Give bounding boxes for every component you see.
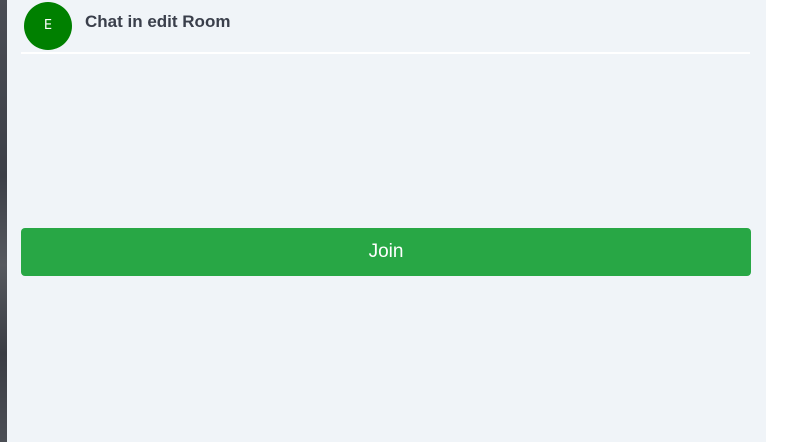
room-title: Chat in edit Room (85, 12, 231, 31)
chat-room-panel: E Chat in edit Room Join (7, 0, 766, 442)
room-header: E Chat in edit Room (21, 0, 750, 54)
room-avatar: E (24, 2, 72, 50)
background-window-edge (0, 0, 7, 442)
join-button[interactable]: Join (21, 228, 751, 276)
